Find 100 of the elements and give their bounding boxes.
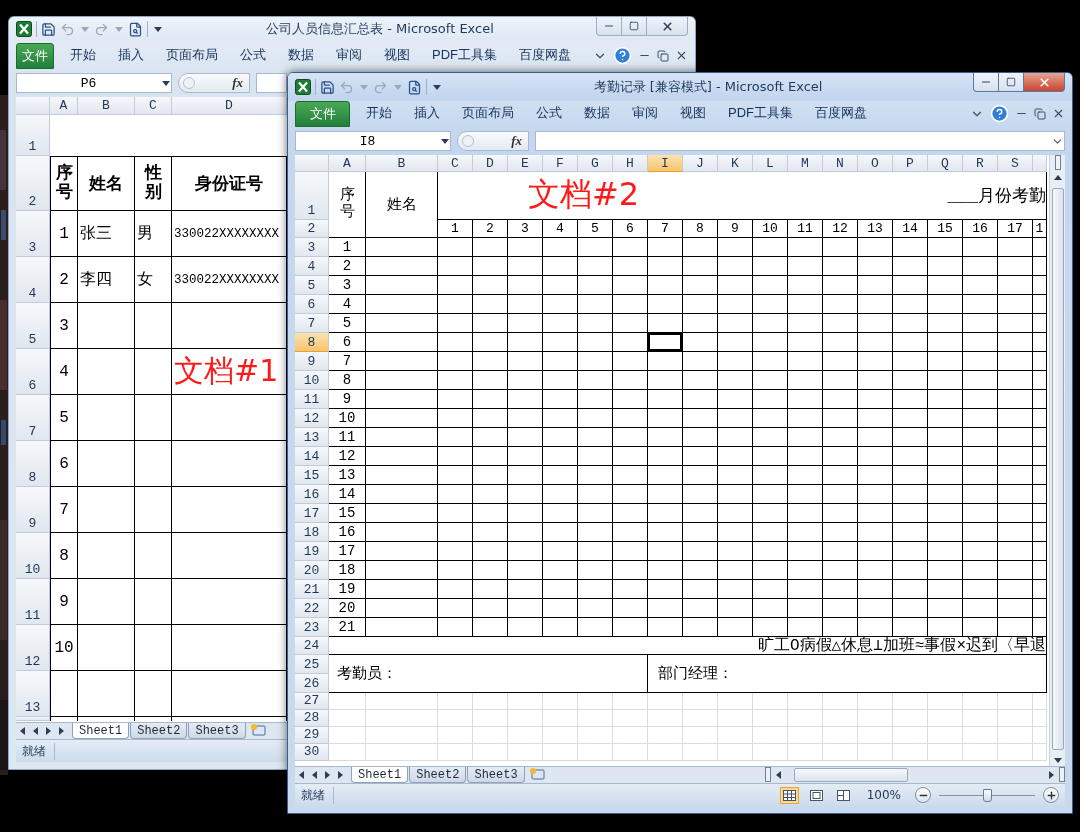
column-header[interactable]: B — [366, 155, 438, 172]
column-header[interactable]: K — [718, 155, 753, 172]
column-header[interactable]: C — [438, 155, 473, 172]
column-header[interactable]: H — [613, 155, 648, 172]
row-header[interactable]: 30 — [295, 744, 329, 761]
row-header[interactable]: 23 — [295, 618, 329, 637]
column-header[interactable]: B — [78, 97, 135, 115]
column-header[interactable]: G — [578, 155, 613, 172]
insert-function-button[interactable]: fx — [232, 75, 243, 91]
column-header[interactable]: D — [473, 155, 508, 172]
row-header[interactable]: 6 — [295, 295, 329, 314]
sheet-tab[interactable]: Sheet2 — [130, 723, 188, 739]
column-header[interactable]: N — [823, 155, 858, 172]
column-header[interactable]: L — [753, 155, 788, 172]
row-header[interactable]: 4 — [295, 257, 329, 276]
ribbon-tab[interactable]: 审阅 — [632, 104, 658, 127]
column-header[interactable]: J — [683, 155, 718, 172]
row-header[interactable]: 10 — [16, 533, 50, 579]
row-header[interactable]: 3 — [16, 211, 50, 257]
row-header[interactable]: 12 — [16, 625, 50, 671]
ribbon-tab[interactable]: 数据 — [584, 104, 610, 127]
row-header[interactable]: 28 — [295, 710, 329, 727]
row-header[interactable]: 15 — [295, 466, 329, 485]
table-cell: 17 — [329, 542, 366, 561]
column-header[interactable]: C — [135, 97, 172, 115]
column-header[interactable]: E — [508, 155, 543, 172]
row-header[interactable]: 20 — [295, 561, 329, 580]
row-header[interactable]: 7 — [16, 395, 50, 441]
column-header[interactable]: F — [543, 155, 578, 172]
row-header[interactable]: 1 — [295, 172, 329, 220]
row-header[interactable]: 9 — [295, 352, 329, 371]
column-header[interactable]: O — [858, 155, 893, 172]
row-header[interactable]: 29 — [295, 727, 329, 744]
row-header[interactable]: 4 — [16, 257, 50, 303]
ribbon-tab[interactable]: 插入 — [414, 104, 440, 127]
row-header[interactable]: 1 — [16, 115, 50, 156]
row-header[interactable]: 12 — [295, 409, 329, 428]
row-header[interactable]: 24 — [295, 637, 329, 655]
row-header[interactable]: 2 — [295, 220, 329, 238]
ribbon-tab[interactable]: PDF工具集 — [728, 104, 793, 127]
column-header[interactable]: I — [648, 155, 683, 172]
column-header[interactable]: Q — [928, 155, 963, 172]
ribbon-tab[interactable]: 开始 — [366, 104, 392, 127]
file-tab[interactable]: 文件 — [16, 43, 54, 69]
sheet-tab[interactable]: Sheet2 — [409, 767, 467, 783]
row-header[interactable]: 19 — [295, 542, 329, 561]
row-header[interactable]: 13 — [16, 671, 50, 717]
row-header[interactable]: 5 — [16, 303, 50, 349]
zoom-level[interactable]: 100% — [866, 788, 901, 802]
ribbon-tab[interactable]: PDF工具集 — [432, 46, 497, 69]
row-header[interactable]: 10 — [295, 371, 329, 390]
ribbon-tab[interactable]: 公式 — [536, 104, 562, 127]
ribbon-tab[interactable]: 数据 — [288, 46, 314, 69]
sheet-tab[interactable]: Sheet1 — [72, 723, 130, 739]
column-header[interactable]: D — [172, 97, 287, 115]
row-header[interactable]: 7 — [295, 314, 329, 333]
row-header[interactable]: 6 — [16, 349, 50, 395]
name-box[interactable]: P6 — [16, 73, 172, 93]
row-header[interactable]: 17 — [295, 504, 329, 523]
row-header[interactable]: 11 — [16, 579, 50, 625]
column-header[interactable]: A — [329, 155, 366, 172]
row-header[interactable]: 2 — [16, 156, 50, 211]
ribbon-tab[interactable]: 页面布局 — [166, 46, 218, 69]
name-box[interactable]: I8 — [295, 131, 451, 151]
column-header[interactable]: M — [788, 155, 823, 172]
row-header[interactable]: 26 — [295, 674, 329, 693]
row-header[interactable]: 8 — [16, 441, 50, 487]
ribbon-tab[interactable]: 百度网盘 — [519, 46, 571, 69]
row-header[interactable]: 16 — [295, 485, 329, 504]
row-header[interactable]: 27 — [295, 693, 329, 710]
column-header[interactable]: P — [893, 155, 928, 172]
sheet-tab[interactable]: Sheet3 — [188, 723, 246, 739]
ribbon-tab[interactable]: 页面布局 — [462, 104, 514, 127]
column-header[interactable]: R — [963, 155, 998, 172]
row-header[interactable]: 8 — [295, 333, 329, 352]
file-tab[interactable]: 文件 — [295, 101, 350, 127]
ribbon-tab[interactable]: 审阅 — [336, 46, 362, 69]
row-header[interactable]: 3 — [295, 238, 329, 257]
row-header[interactable]: 14 — [295, 447, 329, 466]
ribbon-tab[interactable]: 开始 — [70, 46, 96, 69]
row-header[interactable]: 11 — [295, 390, 329, 409]
row-header[interactable]: 9 — [16, 487, 50, 533]
column-header[interactable]: A — [50, 97, 78, 115]
row-header[interactable]: 5 — [295, 276, 329, 295]
ribbon-tab[interactable]: 插入 — [118, 46, 144, 69]
ribbon-tab[interactable]: 百度网盘 — [815, 104, 867, 127]
table-cell: 8 — [50, 533, 78, 579]
ribbon-tab[interactable]: 公式 — [240, 46, 266, 69]
ribbon-tab[interactable]: 视图 — [384, 46, 410, 69]
row-header[interactable]: 21 — [295, 580, 329, 599]
row-header[interactable]: 22 — [295, 599, 329, 618]
sheet-tab[interactable]: Sheet3 — [467, 767, 525, 783]
row-header[interactable]: 25 — [295, 655, 329, 674]
row-header[interactable]: 18 — [295, 523, 329, 542]
insert-function-button[interactable]: fx — [511, 133, 522, 149]
ribbon-tab[interactable]: 视图 — [680, 104, 706, 127]
window-title: 考勤记录 [兼容模式] - Microsoft Excel — [592, 78, 824, 96]
row-header[interactable]: 13 — [295, 428, 329, 447]
sheet-tab[interactable]: Sheet1 — [351, 767, 409, 783]
column-header[interactable]: S — [998, 155, 1033, 172]
